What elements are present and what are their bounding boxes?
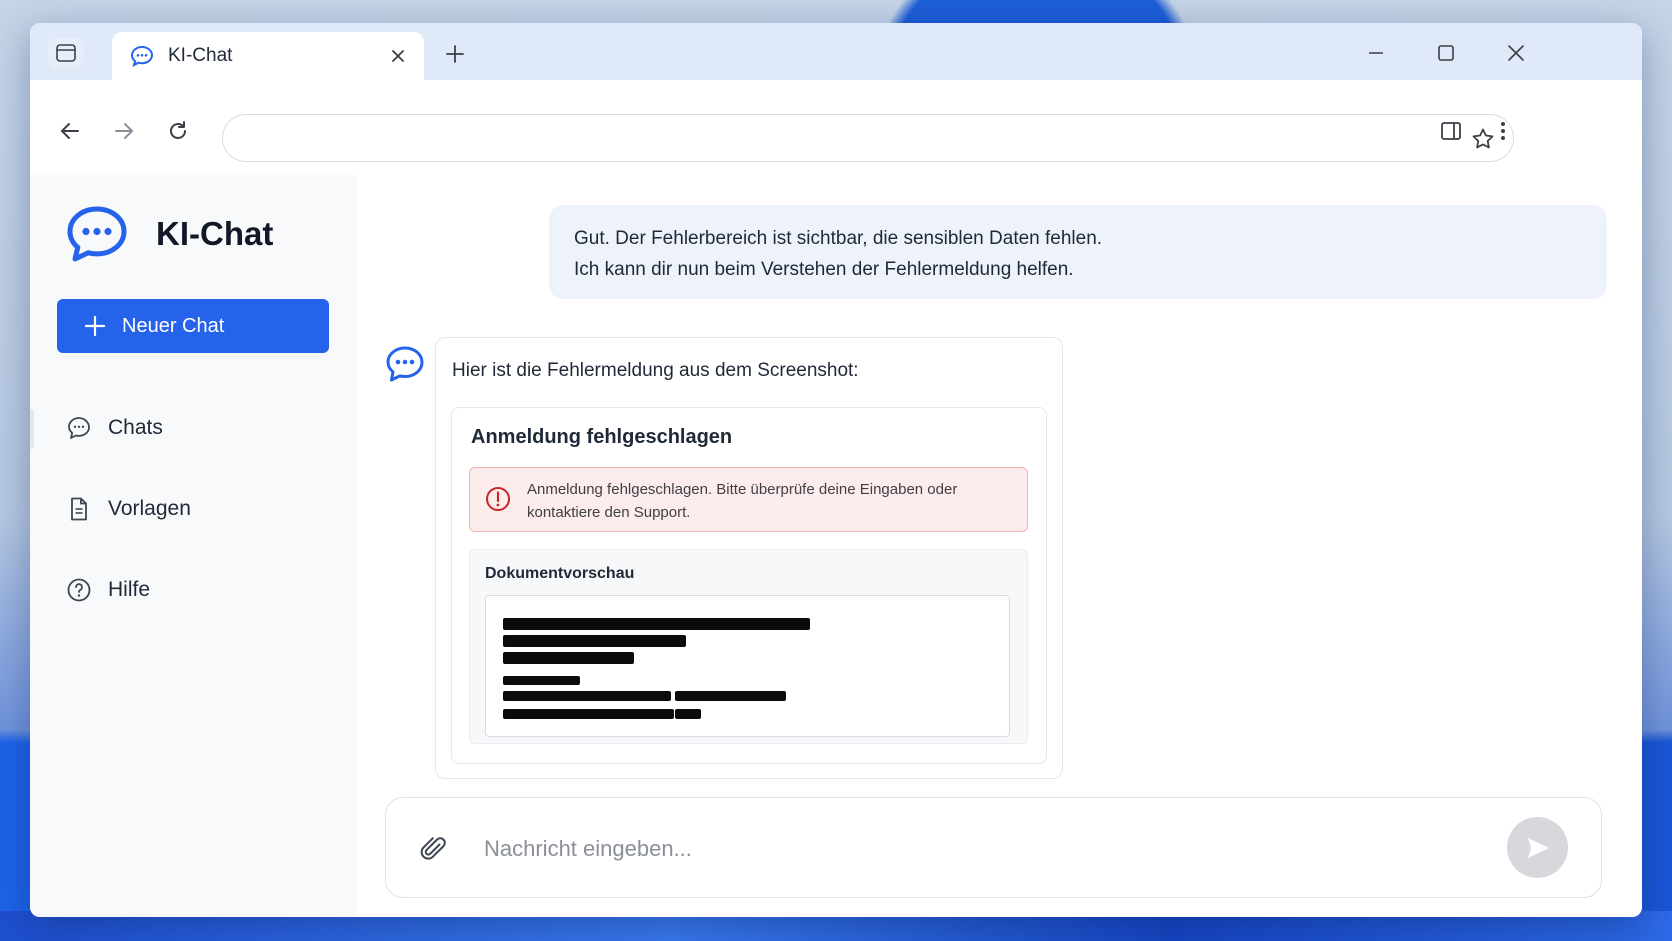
help-circle-icon [67, 578, 91, 602]
arrow-left-icon [61, 123, 79, 139]
error-title: Anmeldung fehlgeschlagen [471, 426, 733, 448]
sidebar-item-vorlagen[interactable]: Vorlagen [66, 496, 191, 522]
side-panel-button[interactable] [1436, 116, 1466, 146]
sidebar-item-label: Vorlagen [108, 497, 191, 520]
tab-actions-button[interactable] [48, 38, 84, 68]
user-message-line: Gut. Der Fehlerbereich ist sichtbar, die… [574, 228, 1103, 249]
close-window-button[interactable] [1502, 39, 1530, 67]
maximize-icon [1438, 45, 1454, 61]
forward-button[interactable] [109, 116, 139, 146]
sidebar-item-label: Hilfe [108, 578, 151, 601]
minimize-button[interactable] [1362, 39, 1390, 67]
url-input[interactable] [245, 125, 1429, 155]
plus-icon [446, 45, 464, 63]
new-tab-button[interactable] [442, 41, 468, 67]
document-icon [71, 497, 87, 521]
chat-bubble-icon [68, 417, 90, 439]
document-preview-title: Dokumentvorschau [485, 565, 635, 582]
redaction-bar [675, 709, 701, 719]
menu-button[interactable] [1488, 116, 1518, 146]
maximize-button[interactable] [1432, 39, 1460, 67]
redacted-document [485, 595, 1010, 737]
tab-actions-icon [56, 44, 76, 62]
paperclip-icon[interactable] [416, 831, 452, 867]
arrow-right-icon [115, 123, 133, 139]
reload-button[interactable] [163, 116, 193, 146]
redaction-bar [503, 635, 686, 647]
active-nav-indicator [30, 409, 34, 449]
chat-logo-icon [67, 206, 127, 262]
redaction-bar [503, 709, 674, 719]
minimize-icon [1369, 52, 1383, 54]
tab-close-icon[interactable] [386, 44, 410, 68]
redaction-bar [675, 691, 786, 701]
reload-icon [170, 121, 186, 139]
tab-title: KI-Chat [168, 45, 233, 66]
message-composer [385, 797, 1602, 898]
redaction-bar [503, 676, 580, 685]
alert-circle-icon [485, 486, 511, 512]
title-bar: KI-Chat [30, 23, 1642, 80]
browser-window: KI-Chat KI-Chat Neuer Chat Chats Vorlage… [30, 23, 1642, 917]
document-preview: Dokumentvorschau [469, 549, 1028, 744]
back-button[interactable] [55, 116, 85, 146]
assistant-message: Hier ist die Fehlermeldung aus dem Scree… [435, 337, 1063, 779]
sidebar-item-chats[interactable]: Chats [66, 415, 163, 441]
brand: KI-Chat [66, 205, 273, 263]
brand-title: KI-Chat [156, 215, 274, 252]
redaction-bar [503, 652, 634, 664]
send-icon [1527, 837, 1549, 858]
assistant-intro-text: Hier ist die Fehlermeldung aus dem Scree… [452, 360, 859, 381]
assistant-avatar [385, 345, 425, 383]
message-input[interactable] [482, 832, 1486, 866]
redaction-bar [503, 691, 671, 701]
sidebar-item-hilfe[interactable]: Hilfe [66, 577, 150, 603]
browser-tab[interactable]: KI-Chat [112, 32, 424, 80]
sidebar: KI-Chat Neuer Chat Chats Vorlagen Hilfe [30, 175, 358, 917]
error-alert-text: Anmeldung fehlgeschlagen. Bitte überprüf… [527, 481, 958, 521]
more-vertical-icon [1501, 122, 1505, 140]
browser-toolbar [30, 80, 1642, 176]
close-icon [1508, 45, 1524, 61]
new-chat-label: Neuer Chat [122, 314, 225, 337]
side-panel-icon [1441, 122, 1461, 140]
error-screenshot-card: Anmeldung fehlgeschlagen Anmeldung fehlg… [451, 407, 1047, 764]
assistant-chat-icon [386, 346, 424, 382]
chat-favicon-icon [130, 45, 154, 67]
redaction-bar [503, 618, 810, 630]
plus-icon [84, 315, 106, 337]
error-alert: Anmeldung fehlgeschlagen. Bitte überprüf… [469, 467, 1028, 532]
chat-main: Gut. Der Fehlerbereich ist sichtbar, die… [357, 175, 1642, 917]
sidebar-item-label: Chats [108, 416, 163, 439]
user-message: Gut. Der Fehlerbereich ist sichtbar, die… [549, 205, 1607, 299]
user-message-line: Ich kann dir nun beim Verstehen der Fehl… [574, 259, 1074, 280]
address-bar[interactable] [222, 114, 1514, 162]
new-chat-button[interactable]: Neuer Chat [57, 299, 329, 353]
send-button[interactable] [1507, 817, 1568, 878]
